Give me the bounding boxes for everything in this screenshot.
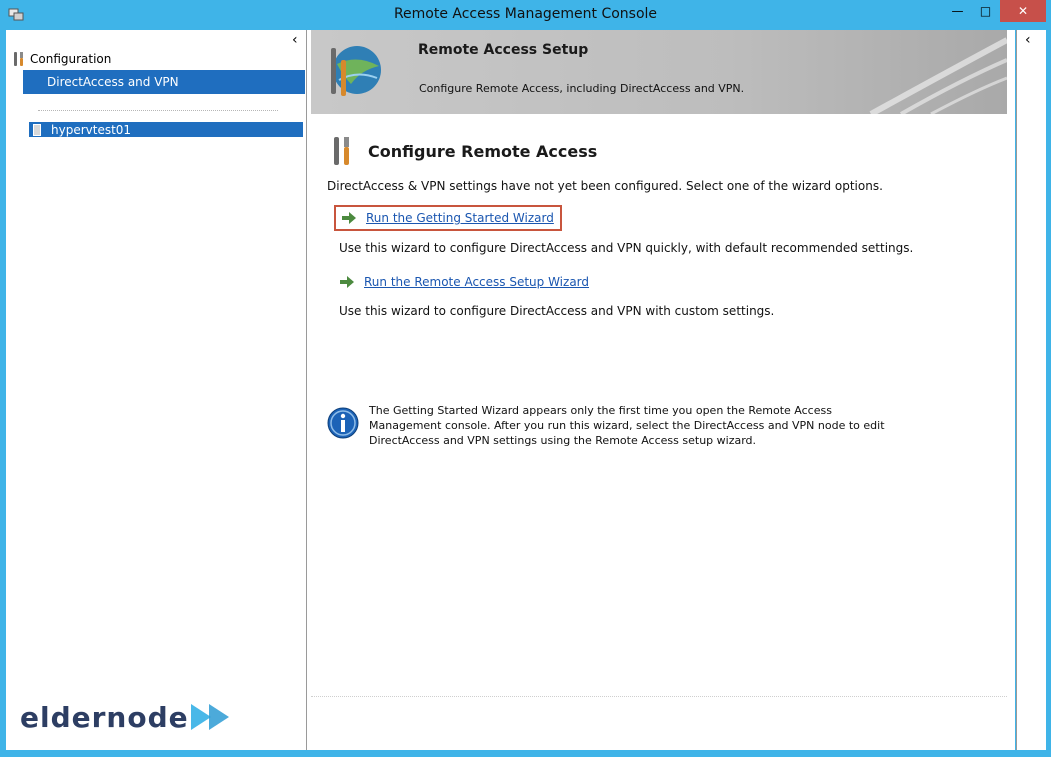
actions-pane-collapsed: ‹ xyxy=(1016,30,1046,750)
info-message: The Getting Started Wizard appears only … xyxy=(369,404,885,447)
title-bar: Remote Access Management Console — □ ✕ xyxy=(0,0,1051,30)
remote-access-setup-wizard-label: Run the Remote Access Setup Wizard xyxy=(364,275,590,289)
info-icon xyxy=(327,407,359,439)
setup-banner: Remote Access Setup Configure Remote Acc… xyxy=(311,30,1007,114)
getting-started-wizard-description: Use this wizard to configure DirectAcces… xyxy=(339,241,914,255)
navigation-tree-pane: ‹ Configuration DirectAccess and VPN hyp… xyxy=(6,30,307,750)
banner-description: Configure Remote Access, including Direc… xyxy=(419,82,745,95)
getting-started-wizard-label: Run the Getting Started Wizard xyxy=(366,211,554,225)
tools-icon xyxy=(334,137,349,165)
run-getting-started-wizard-link[interactable]: Run the Getting Started Wizard xyxy=(334,205,562,231)
green-arrow-icon xyxy=(342,212,356,224)
bottom-divider xyxy=(311,696,1007,697)
banner-decoration xyxy=(869,37,1007,114)
window-title: Remote Access Management Console xyxy=(393,6,658,22)
tree-item-directaccess-vpn[interactable]: DirectAccess and VPN xyxy=(23,70,305,94)
watermark-logo: eldernode xyxy=(20,700,235,734)
tools-icon xyxy=(14,52,23,66)
tree-item-server[interactable]: hypervtest01 xyxy=(29,122,303,137)
watermark-text: eldernode xyxy=(20,700,189,734)
maximize-button[interactable]: □ xyxy=(972,0,999,22)
expand-actions-pane-icon[interactable]: ‹ xyxy=(1025,32,1031,48)
tree-item-configuration-label: Configuration xyxy=(30,52,112,66)
play-arrows-icon xyxy=(190,704,229,730)
close-button[interactable]: ✕ xyxy=(1000,0,1046,22)
section-title: Configure Remote Access xyxy=(368,142,598,161)
banner-title: Remote Access Setup xyxy=(418,42,589,58)
main-content-pane: Remote Access Setup Configure Remote Acc… xyxy=(307,30,1015,750)
run-remote-access-setup-wizard-link[interactable]: Run the Remote Access Setup Wizard xyxy=(340,273,589,291)
tree-item-server-label: hypervtest01 xyxy=(51,122,132,137)
remote-access-setup-wizard-description: Use this wizard to configure DirectAcces… xyxy=(339,304,775,318)
tree-divider xyxy=(38,110,278,111)
collapse-left-pane-icon[interactable]: ‹ xyxy=(292,32,298,48)
globe-tools-icon xyxy=(331,46,381,96)
server-icon xyxy=(33,123,41,136)
green-arrow-icon xyxy=(340,276,354,288)
configuration-status-text: DirectAccess & VPN settings have not yet… xyxy=(327,179,883,193)
tree-item-configuration[interactable]: Configuration xyxy=(12,50,111,68)
minimize-button[interactable]: — xyxy=(944,0,971,22)
